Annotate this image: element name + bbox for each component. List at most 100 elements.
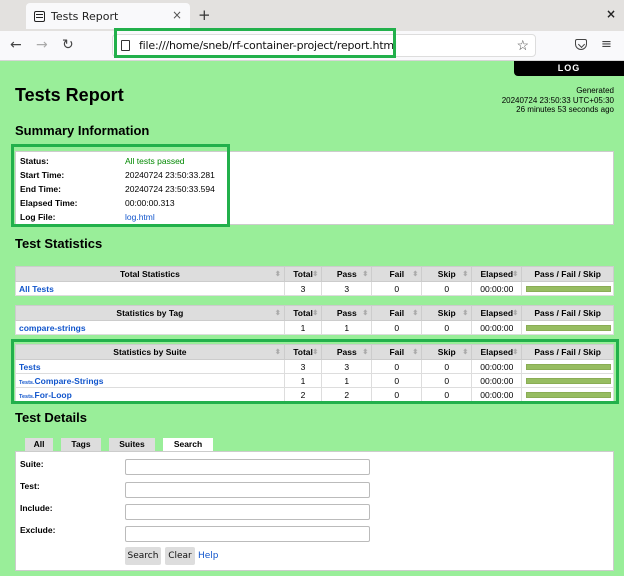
column-header-label: Total xyxy=(293,269,313,279)
stat-name-link[interactable]: All Tests xyxy=(19,284,54,294)
stat-skip-cell: 0 xyxy=(421,281,473,296)
column-header[interactable]: Fail ⬍ xyxy=(371,305,423,321)
forward-arrow-icon[interactable]: → xyxy=(36,37,48,53)
include-input[interactable] xyxy=(125,504,370,520)
stat-skip-cell: 0 xyxy=(421,320,473,335)
column-header-label: Total Statistics xyxy=(119,269,180,279)
column-header[interactable]: Skip ⬍ xyxy=(421,305,473,321)
column-header[interactable]: Skip ⬍ xyxy=(421,266,473,282)
hamburger-menu-icon[interactable]: ≡ xyxy=(601,37,612,52)
bookmark-star-icon[interactable]: ☆ xyxy=(516,37,529,54)
stats-header-row: Total Statistics ⬍ Total ⬍ Pass ⬍ Fail ⬍ Skip ⬍ El… xyxy=(15,266,614,282)
stat-fail-cell: 0 xyxy=(371,320,423,335)
tab-suites[interactable]: Suites xyxy=(109,438,155,451)
tab-title: Tests Report xyxy=(51,9,119,23)
sort-icon[interactable]: ⬍ xyxy=(412,270,418,278)
column-header[interactable]: Fail ⬍ xyxy=(371,266,423,282)
column-header-label: Fail xyxy=(389,269,405,279)
column-header-label: Skip xyxy=(437,269,456,279)
stat-pass-cell: 3 xyxy=(321,281,373,296)
generated-ago: 26 minutes 53 seconds ago xyxy=(516,105,614,114)
suite-input[interactable] xyxy=(125,459,370,475)
generated-info: Generated 20240724 23:50:33 UTC+05:30 26… xyxy=(502,86,614,115)
pass-bar xyxy=(526,324,611,331)
exclude-label: Exclude: xyxy=(20,525,56,535)
details-tab-bar: All Tags Suites Search xyxy=(25,438,221,452)
url-highlight-box xyxy=(114,28,396,58)
column-header-label: Skip xyxy=(437,308,456,318)
column-header-label: Pass / Fail / Skip xyxy=(534,308,601,318)
table-row: compare-strings 1 1 0 0 00:00:00 xyxy=(15,320,614,335)
stats-table-statistics-by-tag: Statistics by Tag ⬍ Total ⬍ Pass ⬍ Fail ⬍ Skip ⬍ E… xyxy=(15,305,614,335)
column-header[interactable]: Statistics by Tag ⬍ xyxy=(15,305,285,321)
sort-icon[interactable]: ⬍ xyxy=(362,309,368,317)
search-button[interactable]: Search xyxy=(125,547,161,565)
column-header-label: Pass xyxy=(336,269,357,279)
stat-total-cell: 3 xyxy=(283,281,323,296)
help-link[interactable]: Help xyxy=(198,551,219,561)
column-header-label: Elapsed xyxy=(480,269,514,279)
stats-table-total-statistics: Total Statistics ⬍ Total ⬍ Pass ⬍ Fail ⬍ Skip ⬍ El… xyxy=(15,266,614,296)
tab-search[interactable]: Search xyxy=(163,438,213,452)
column-header[interactable]: Pass ⬍ xyxy=(321,305,373,321)
column-header-label: Statistics by Tag xyxy=(116,308,184,318)
reload-icon[interactable]: ↻ xyxy=(62,37,74,53)
test-input[interactable] xyxy=(125,482,370,498)
sort-icon[interactable]: ⬍ xyxy=(512,270,518,278)
sort-icon[interactable]: ⬍ xyxy=(512,309,518,317)
tab-close-icon[interactable]: × xyxy=(172,8,182,22)
tab-tags[interactable]: Tags xyxy=(61,438,101,451)
clear-button[interactable]: Clear xyxy=(165,547,195,565)
column-header[interactable]: Total ⬍ xyxy=(283,305,323,321)
window-close-icon[interactable]: × xyxy=(606,7,616,21)
column-header[interactable]: Total ⬍ xyxy=(283,266,323,282)
summary-highlight-box xyxy=(11,144,230,227)
pass-fail-skip-cell xyxy=(521,320,614,335)
column-header-label: Pass xyxy=(336,308,357,318)
suite-stats-highlight-box xyxy=(11,339,619,404)
column-header: Pass / Fail / Skip xyxy=(521,305,614,321)
stat-name-link[interactable]: compare-strings xyxy=(19,323,86,333)
new-tab-icon[interactable]: + xyxy=(198,6,211,24)
stat-pass-cell: 1 xyxy=(321,320,373,335)
pass-bar xyxy=(526,285,611,292)
summary-heading: Summary Information xyxy=(15,123,150,138)
sort-icon[interactable]: ⬍ xyxy=(312,309,318,317)
back-arrow-icon[interactable]: ← xyxy=(10,37,22,53)
pocket-icon[interactable] xyxy=(575,39,587,50)
sort-icon[interactable]: ⬍ xyxy=(275,270,281,278)
tab-all[interactable]: All xyxy=(25,438,53,451)
column-header[interactable]: Elapsed ⬍ xyxy=(471,305,523,321)
suite-label: Suite: xyxy=(20,459,44,469)
include-label: Include: xyxy=(20,503,53,513)
column-header-label: Elapsed xyxy=(480,308,514,318)
column-header[interactable]: Pass ⬍ xyxy=(321,266,373,282)
stat-fail-cell: 0 xyxy=(371,281,423,296)
statistics-heading: Test Statistics xyxy=(15,236,103,251)
generated-label: Generated xyxy=(576,86,614,95)
sort-icon[interactable]: ⬍ xyxy=(462,270,468,278)
stat-elapsed-cell: 00:00:00 xyxy=(471,320,523,335)
sort-icon[interactable]: ⬍ xyxy=(362,270,368,278)
sort-icon[interactable]: ⬍ xyxy=(275,309,281,317)
stat-elapsed-cell: 00:00:00 xyxy=(471,281,523,296)
column-header-label: Fail xyxy=(389,308,405,318)
report-favicon-icon xyxy=(34,10,45,22)
table-row: All Tests 3 3 0 0 00:00:00 xyxy=(15,281,614,296)
sort-icon[interactable]: ⬍ xyxy=(312,270,318,278)
log-button[interactable]: LOG xyxy=(514,61,624,76)
column-header: Pass / Fail / Skip xyxy=(521,266,614,282)
sort-icon[interactable]: ⬍ xyxy=(412,309,418,317)
browser-tab[interactable]: Tests Report × xyxy=(26,3,190,29)
details-heading: Test Details xyxy=(15,410,88,425)
stats-header-row: Statistics by Tag ⬍ Total ⬍ Pass ⬍ Fail ⬍ Skip ⬍ E… xyxy=(15,305,614,321)
stat-name-cell: All Tests xyxy=(15,281,285,296)
column-header[interactable]: Elapsed ⬍ xyxy=(471,266,523,282)
stat-total-cell: 1 xyxy=(283,320,323,335)
stat-name-cell: compare-strings xyxy=(15,320,285,335)
column-header-label: Pass / Fail / Skip xyxy=(534,269,601,279)
sort-icon[interactable]: ⬍ xyxy=(462,309,468,317)
column-header[interactable]: Total Statistics ⬍ xyxy=(15,266,285,282)
exclude-input[interactable] xyxy=(125,526,370,542)
generated-timestamp: 20240724 23:50:33 UTC+05:30 xyxy=(501,95,614,105)
